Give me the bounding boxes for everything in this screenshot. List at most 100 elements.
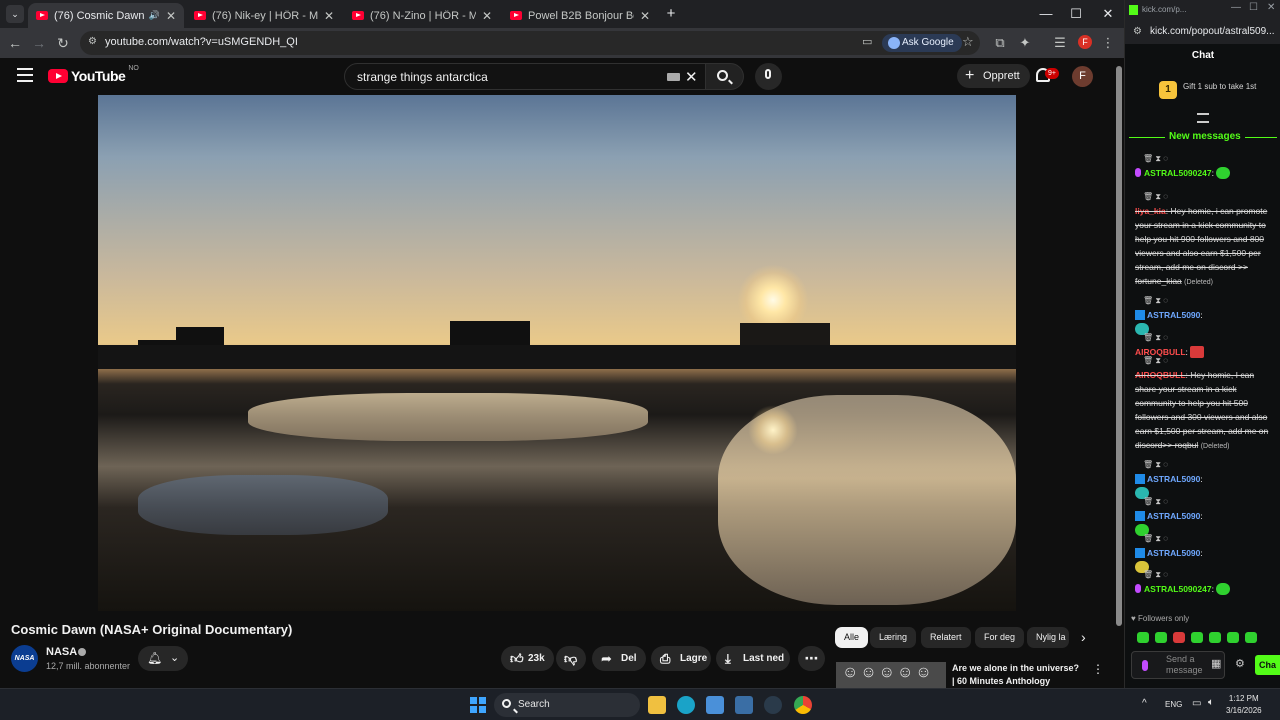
mod-tools-icon[interactable]: 🗑 ⧗ ◌: [1135, 354, 1269, 368]
chat-username[interactable]: ASTRAL5090247: [1144, 584, 1212, 594]
more-actions-button[interactable]: ⋯: [798, 646, 825, 671]
media-control-icon[interactable]: ☰: [1050, 33, 1070, 53]
site-info-icon[interactable]: ⚙: [1133, 26, 1142, 37]
save-button[interactable]: ⎙ Lagre: [651, 646, 711, 671]
new-messages-divider[interactable]: New messages: [1129, 131, 1277, 143]
chip-recently-uploaded[interactable]: Nylig la: [1027, 627, 1069, 648]
chat-username[interactable]: ASTRAL5090247: [1144, 168, 1212, 178]
clear-search-icon[interactable]: ✕: [685, 68, 698, 86]
emote-icon[interactable]: [1245, 632, 1257, 643]
close-window-button[interactable]: ✕: [1096, 4, 1120, 24]
tab-search-dropdown-icon[interactable]: ⌄: [6, 5, 24, 23]
minimize-button[interactable]: —: [1034, 4, 1058, 24]
cast-icon[interactable]: ▭: [862, 35, 872, 48]
volume-icon[interactable]: 🔈︎: [1208, 697, 1214, 708]
file-explorer-icon[interactable]: [648, 696, 666, 714]
new-tab-button[interactable]: +: [662, 5, 680, 23]
chat-username[interactable]: AIROQBULL: [1135, 370, 1186, 380]
maximize-button[interactable]: ☐: [1064, 4, 1088, 24]
tab-cosmic-dawn[interactable]: (76) Cosmic Dawn (NASA+ 🔊 ✕: [28, 3, 184, 28]
chevron-right-icon[interactable]: ›: [1081, 629, 1086, 645]
recommendation-menu-icon[interactable]: ⋮: [1092, 662, 1104, 676]
forward-button[interactable]: →: [29, 33, 49, 53]
keyboard-icon[interactable]: [667, 73, 680, 81]
input-language[interactable]: ENG: [1165, 700, 1182, 709]
back-button[interactable]: ←: [5, 33, 25, 53]
system-clock[interactable]: 1:12 PM 3/16/2026: [1226, 693, 1262, 717]
minimize-button[interactable]: —: [1231, 2, 1241, 13]
chat-username[interactable]: liya_kia: [1135, 206, 1166, 216]
channel-name[interactable]: NASA: [46, 646, 77, 658]
close-tab-icon[interactable]: ✕: [324, 9, 334, 23]
url-text[interactable]: youtube.com/watch?v=uSMGENDH_QI: [105, 36, 298, 48]
mod-tools-icon[interactable]: 🗑 ⧗ ◌: [1135, 532, 1269, 546]
speaker-icon[interactable]: 🔊: [149, 10, 160, 21]
chip-all[interactable]: Alle: [835, 627, 869, 648]
tab-n-zino[interactable]: (76) N-Zino | HÖR - March 16 / ✕: [344, 3, 500, 28]
store-icon[interactable]: [706, 696, 724, 714]
mod-tools-icon[interactable]: 🗑 ⧗ ◌: [1135, 294, 1269, 308]
chip-related[interactable]: Relatert: [921, 627, 971, 648]
search-input[interactable]: strange things antarctica: [357, 70, 488, 84]
chat-username[interactable]: ASTRAL5090: [1147, 548, 1200, 558]
chip-learning[interactable]: Læring: [870, 627, 917, 648]
voice-search-button[interactable]: [755, 63, 782, 90]
profile-avatar[interactable]: F: [1078, 35, 1092, 49]
download-button[interactable]: ⤓ Last ned: [716, 646, 790, 671]
channel-avatar[interactable]: NASA: [11, 645, 38, 672]
chat-username[interactable]: ASTRAL5090: [1147, 511, 1200, 521]
network-icon[interactable]: ▭: [1192, 698, 1201, 709]
emote-icon[interactable]: [1155, 632, 1167, 643]
kick-url[interactable]: kick.com/popout/astral509...: [1150, 26, 1275, 37]
gift-badge[interactable]: 1: [1159, 81, 1177, 99]
close-tab-icon[interactable]: ✕: [640, 9, 650, 23]
like-button[interactable]: 👍︎ 23k: [501, 646, 554, 671]
gift-sub-text[interactable]: Gift 1 sub to take 1st: [1183, 82, 1273, 91]
account-avatar[interactable]: F: [1072, 66, 1093, 87]
mod-tools-icon[interactable]: 🗑 ⧗ ◌: [1135, 495, 1269, 509]
chat-settings-gear-icon[interactable]: ⚙: [1235, 657, 1245, 670]
hamburger-menu-icon[interactable]: [17, 68, 33, 82]
chat-username[interactable]: ASTRAL5090: [1147, 310, 1200, 320]
subscription-bell-button[interactable]: 🔔︎ ⌄: [138, 646, 188, 671]
create-button[interactable]: + Opprett: [957, 64, 1030, 88]
site-info-icon[interactable]: ⚙: [88, 36, 97, 47]
close-window-button[interactable]: ✕: [1267, 2, 1275, 13]
tab-nik-ey[interactable]: (76) Nik-ey | HÖR - March 16 / ✕: [186, 3, 342, 28]
mod-tools-icon[interactable]: 🗑 ⧗ ◌: [1135, 458, 1269, 472]
chat-username[interactable]: ASTRAL5090: [1147, 474, 1200, 484]
close-tab-icon[interactable]: ✕: [166, 9, 176, 23]
recommended-title[interactable]: Are we alone in the universe? | 60 Minut…: [952, 662, 1082, 688]
tray-chevron-icon[interactable]: ^: [1142, 698, 1147, 709]
close-tab-icon[interactable]: ✕: [482, 9, 492, 23]
windows-start-icon[interactable]: [470, 697, 486, 713]
ask-google-button[interactable]: Ask Google: [882, 34, 962, 52]
maximize-button[interactable]: ☐: [1249, 2, 1258, 13]
extension-icon[interactable]: ⧉: [990, 33, 1010, 53]
emote-icon[interactable]: [1227, 632, 1239, 643]
recommended-thumbnail[interactable]: ☺☺☺☺☺: [836, 662, 946, 688]
chrome-menu-icon[interactable]: ⋮: [1098, 33, 1118, 53]
mod-tools-icon[interactable]: 🗑 ⧗ ◌: [1135, 190, 1269, 204]
chrome-icon[interactable]: [794, 696, 812, 714]
youtube-logo[interactable]: YouTube NO: [48, 65, 139, 84]
emote-icon[interactable]: [1209, 632, 1221, 643]
emote-icon[interactable]: [1191, 632, 1203, 643]
video-player[interactable]: [98, 95, 1016, 611]
search-button[interactable]: [706, 63, 744, 90]
page-scrollbar[interactable]: [1114, 58, 1124, 688]
omnibox[interactable]: ⚙ youtube.com/watch?v=uSMGENDH_QI ▭ Ask …: [80, 31, 980, 55]
app-icon[interactable]: [735, 696, 753, 714]
pinned-message-icon[interactable]: [1197, 113, 1209, 123]
chip-for-you[interactable]: For deg: [975, 627, 1025, 648]
reload-button[interactable]: ↻: [53, 33, 73, 53]
chat-send-button[interactable]: Cha: [1255, 655, 1280, 675]
share-button[interactable]: ➦ Del: [592, 646, 646, 671]
quick-emote-bar[interactable]: [1137, 630, 1277, 648]
bookmark-star-icon[interactable]: ☆: [962, 34, 974, 50]
edge-icon[interactable]: [677, 696, 695, 714]
dislike-button[interactable]: 👎︎: [556, 646, 586, 671]
mod-tools-icon[interactable]: 🗑 ⧗ ◌: [1135, 152, 1269, 166]
search-box[interactable]: strange things antarctica ✕: [344, 63, 706, 90]
emote-icon[interactable]: [1173, 632, 1185, 643]
